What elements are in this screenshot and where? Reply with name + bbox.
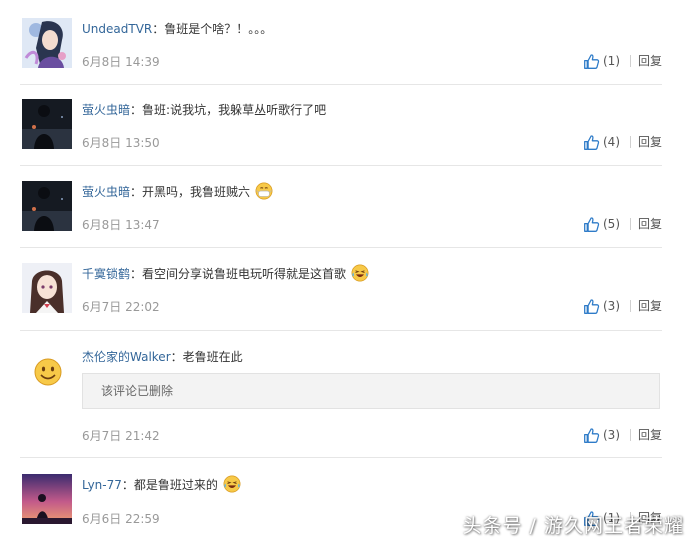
thumbs-up-icon <box>584 427 600 443</box>
reply-button[interactable]: 回复 <box>638 427 662 443</box>
anime-girl-avatar-icon <box>22 18 72 68</box>
comment-item: 千寞锁鹤：看空间分享说鲁班电玩听得就是这首歌 6月7日 22:02 (3) 回复 <box>0 245 696 329</box>
colon-separator: ： <box>152 22 165 36</box>
comment-line: 萤火虫暗：开黑吗，我鲁班贼六 <box>82 182 273 201</box>
comment-item: 杰伦家的Walker：老鲁班在此 该评论已删除 6月7日 21:42 (3) 回… <box>0 328 696 450</box>
divider <box>630 218 631 230</box>
comment-text: 老鲁班在此 <box>182 350 243 364</box>
laugh-cry-emoji-icon <box>351 264 369 282</box>
like-count: (1) <box>603 54 620 68</box>
timestamp: 6月8日 13:50 <box>82 136 160 150</box>
divider <box>630 55 631 67</box>
comment-text: 开黑吗，我鲁班贼六 <box>142 185 251 199</box>
colon-separator: ： <box>121 478 134 492</box>
comment-line: 杰伦家的Walker：老鲁班在此 <box>82 348 243 366</box>
anime-schoolgirl-avatar-icon <box>22 263 72 313</box>
like-count: (3) <box>603 428 620 442</box>
like-button[interactable]: (5) <box>583 214 620 234</box>
divider <box>630 429 631 441</box>
username-link[interactable]: 杰伦家的Walker <box>82 350 171 364</box>
comment-text: 看空间分享说鲁班电玩听得就是这首歌 <box>142 267 347 281</box>
reply-button[interactable]: 回复 <box>638 53 662 69</box>
divider <box>630 136 631 148</box>
username-link[interactable]: 千寞锁鹤 <box>82 267 130 281</box>
deleted-quote-box: 该评论已删除 <box>82 373 660 409</box>
like-button[interactable]: (4) <box>583 132 620 152</box>
comment-item: 萤火虫暗：开黑吗，我鲁班贼六 6月8日 13:47 (5) 回复 <box>0 163 696 247</box>
watermark: 头条号 / 游久网王者荣耀 <box>462 515 684 537</box>
comment-line: 千寞锁鹤：看空间分享说鲁班电玩听得就是这首歌 <box>82 264 369 283</box>
like-button[interactable]: (3) <box>583 296 620 316</box>
comment-text: 都是鲁班过来的 <box>133 478 218 492</box>
timestamp: 6月8日 13:47 <box>82 218 160 232</box>
thumbs-up-icon <box>584 134 600 150</box>
thumbs-up-icon <box>584 53 600 69</box>
thumbs-up-icon <box>584 298 600 314</box>
reply-button[interactable]: 回复 <box>638 216 662 232</box>
smiley-emoji-avatar-icon <box>22 350 72 400</box>
timestamp: 6月7日 21:42 <box>82 429 160 443</box>
mask-emoji-icon <box>255 182 273 200</box>
thumbs-up-icon <box>584 216 600 232</box>
comment-item: UndeadTVR：鲁班是个啥？！。。。 6月8日 14:39 (1) 回复 <box>0 0 696 84</box>
comment-text: 鲁班是个啥？！。。。 <box>164 22 273 36</box>
avatar[interactable] <box>22 263 72 313</box>
like-button[interactable]: (1) <box>583 51 620 71</box>
timestamp: 6月6日 22:59 <box>82 512 160 526</box>
colon-separator: ： <box>170 350 183 364</box>
comment-list: UndeadTVR：鲁班是个啥？！。。。 6月8日 14:39 (1) 回复 萤… <box>0 0 696 544</box>
reply-button[interactable]: 回复 <box>638 134 662 150</box>
like-count: (5) <box>603 217 620 231</box>
username-link[interactable]: 萤火虫暗 <box>82 185 130 199</box>
colon-separator: ： <box>130 103 143 117</box>
comment-line: Lyn-77：都是鲁班过来的 <box>82 475 241 494</box>
avatar[interactable] <box>22 474 72 524</box>
like-count: (3) <box>603 299 620 313</box>
sunset-silhouette-avatar-icon <box>22 474 72 524</box>
username-link[interactable]: Lyn-77 <box>82 478 122 492</box>
colon-separator: ： <box>130 185 143 199</box>
timestamp: 6月7日 22:02 <box>82 300 160 314</box>
dark-silhouette-avatar-icon <box>22 181 72 231</box>
like-button[interactable]: (3) <box>583 425 620 445</box>
avatar[interactable] <box>22 181 72 231</box>
username-link[interactable]: UndeadTVR <box>82 22 152 36</box>
comment-text: 鲁班:说我坑，我躲草丛听歌行了吧 <box>142 103 327 117</box>
comment-line: 萤火虫暗：鲁班:说我坑，我躲草丛听歌行了吧 <box>82 101 326 119</box>
reply-button[interactable]: 回复 <box>638 298 662 314</box>
colon-separator: ： <box>130 267 143 281</box>
avatar[interactable] <box>22 18 72 68</box>
timestamp: 6月8日 14:39 <box>82 55 160 69</box>
like-count: (4) <box>603 135 620 149</box>
divider <box>630 300 631 312</box>
laugh-cry-emoji-icon <box>223 475 241 493</box>
avatar[interactable] <box>22 350 72 400</box>
username-link[interactable]: 萤火虫暗 <box>82 103 130 117</box>
comment-item: 萤火虫暗：鲁班:说我坑，我躲草丛听歌行了吧 6月8日 13:50 (4) 回复 <box>0 81 696 165</box>
dark-silhouette-avatar-icon <box>22 99 72 149</box>
comment-line: UndeadTVR：鲁班是个啥？！。。。 <box>82 20 272 38</box>
avatar[interactable] <box>22 99 72 149</box>
